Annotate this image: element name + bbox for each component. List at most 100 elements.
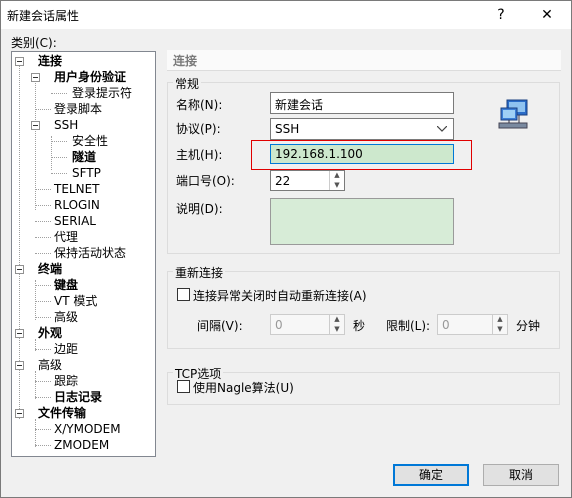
window-title: 新建会话属性 (7, 9, 80, 23)
tree-connector (51, 157, 67, 158)
tree-item-waiguan[interactable]: 外观 (38, 326, 62, 341)
tree-item-jianpan[interactable]: 键盘 (54, 278, 78, 293)
host-label: 主机(H): (176, 148, 223, 162)
port-input[interactable]: 22 ▲ ▼ (270, 170, 345, 191)
reconnect-group (167, 271, 560, 349)
limit-input[interactable]: 0 ▲ ▼ (437, 314, 508, 335)
collapse-icon[interactable] (15, 361, 24, 370)
interval-label: 间隔(V): (197, 319, 243, 333)
nagle-label: 使用Nagle算法(U) (193, 381, 294, 395)
tree-item-telnet[interactable]: TELNET (54, 182, 100, 197)
tree-item-denglu-tishi[interactable]: 登录提示符 (72, 86, 132, 101)
auto-reconnect-checkbox[interactable] (177, 288, 190, 301)
protocol-value: SSH (275, 122, 300, 136)
ok-button[interactable]: 确定 (393, 464, 469, 486)
tree-connector (35, 381, 51, 382)
title-bar: 新建会话属性 ? ✕ (1, 1, 571, 29)
tree-item-ssh[interactable]: SSH (54, 118, 78, 133)
tree-item-suidao[interactable]: 隧道 (72, 150, 96, 165)
spin-up-icon[interactable]: ▲ (493, 315, 507, 325)
tree-item-yonghu[interactable]: 用户身份验证 (54, 70, 126, 85)
tree-connector (35, 205, 51, 206)
tree-connector (51, 93, 67, 94)
tree-connector (35, 237, 51, 238)
tree-connector (35, 280, 36, 320)
tree-item-bianju[interactable]: 边距 (54, 342, 78, 357)
category-label: 类别(C): (11, 36, 57, 50)
tree-item-wenjian[interactable]: 文件传输 (38, 406, 86, 421)
port-value: 22 (275, 174, 291, 188)
tree-item-anquanxing[interactable]: 安全性 (72, 134, 108, 149)
name-input[interactable]: 新建会话 (270, 92, 454, 114)
protocol-select[interactable]: SSH (270, 118, 454, 140)
tree-connector (35, 429, 51, 430)
collapse-icon[interactable] (15, 265, 24, 274)
port-spinner[interactable]: ▲ ▼ (329, 171, 344, 190)
tree-item-zhongduan[interactable]: 终端 (38, 262, 62, 277)
port-label: 端口号(O): (176, 174, 235, 188)
minutes-label: 分钟 (516, 319, 541, 333)
tree-item-lianjie[interactable]: 连接 (38, 54, 62, 69)
desc-textarea[interactable] (270, 198, 454, 245)
tree-connector (35, 253, 51, 254)
tree-connector (35, 317, 51, 318)
tree-item-gaoji1[interactable]: 高级 (54, 310, 78, 325)
tree-connector (35, 80, 36, 210)
tree-connector (35, 397, 51, 398)
help-icon[interactable]: ? (481, 1, 521, 29)
collapse-icon[interactable] (31, 121, 40, 130)
collapse-icon[interactable] (15, 409, 24, 418)
dialog-window: 新建会话属性 ? ✕ 类别(C): 连接 用户身份验证 登录提示符 登录脚本 S… (0, 0, 572, 498)
general-legend: 常规 (173, 75, 202, 92)
tree-item-rlogin[interactable]: RLOGIN (54, 198, 100, 213)
chevron-down-icon (437, 126, 447, 132)
tree-item-baochi[interactable]: 保持活动状态 (54, 246, 126, 261)
tree-item-daili[interactable]: 代理 (54, 230, 78, 245)
tree-item-gaoji2[interactable]: 高级 (38, 358, 62, 373)
spin-down-icon[interactable]: ▼ (330, 325, 344, 335)
category-tree[interactable]: 连接 用户身份验证 登录提示符 登录脚本 SSH 安全性 隧道 SFTP TEL… (11, 51, 156, 457)
close-icon[interactable]: ✕ (527, 1, 567, 29)
tree-connector (35, 371, 36, 399)
reconnect-legend: 重新连接 (173, 264, 226, 281)
tree-item-serial[interactable]: SERIAL (54, 214, 96, 229)
interval-input[interactable]: 0 ▲ ▼ (270, 314, 345, 335)
tree-connector (35, 109, 51, 110)
tree-item-genzong[interactable]: 跟踪 (54, 374, 78, 389)
panel-header: 连接 (167, 50, 561, 71)
limit-value: 0 (442, 318, 450, 332)
network-computer-icon (498, 99, 528, 129)
tree-item-zmodem[interactable]: ZMODEM (54, 438, 109, 453)
nagle-checkbox[interactable] (177, 380, 190, 393)
seconds-label: 秒 (353, 319, 366, 333)
limit-spinner[interactable]: ▲ ▼ (492, 315, 507, 334)
tree-item-sftp[interactable]: SFTP (72, 166, 101, 181)
tree-connector (35, 349, 51, 350)
spin-up-icon[interactable]: ▲ (330, 315, 344, 325)
collapse-icon[interactable] (31, 73, 40, 82)
cancel-button[interactable]: 取消 (483, 464, 559, 486)
tree-connector (35, 301, 51, 302)
spin-down-icon[interactable]: ▼ (330, 181, 344, 191)
interval-value: 0 (275, 318, 283, 332)
tree-connector (35, 189, 51, 190)
name-label: 名称(N): (176, 98, 223, 112)
tree-connector (35, 445, 51, 446)
tree-connector (35, 285, 51, 286)
spin-down-icon[interactable]: ▼ (493, 325, 507, 335)
tree-item-xymodem[interactable]: X/YMODEM (54, 422, 121, 437)
tree-connector (51, 141, 67, 142)
tree-connector (35, 419, 36, 447)
tree-connector (51, 173, 67, 174)
limit-label: 限制(L): (386, 319, 431, 333)
tree-item-vt[interactable]: VT 模式 (54, 294, 97, 309)
tree-connector (35, 221, 51, 222)
tree-item-rizhi[interactable]: 日志记录 (54, 390, 102, 405)
desc-label: 说明(D): (176, 202, 223, 216)
collapse-icon[interactable] (15, 329, 24, 338)
collapse-icon[interactable] (15, 57, 24, 66)
protocol-label: 协议(P): (176, 122, 221, 136)
spin-up-icon[interactable]: ▲ (330, 171, 344, 181)
interval-spinner[interactable]: ▲ ▼ (329, 315, 344, 334)
tree-item-denglu-jiaoben[interactable]: 登录脚本 (54, 102, 102, 117)
